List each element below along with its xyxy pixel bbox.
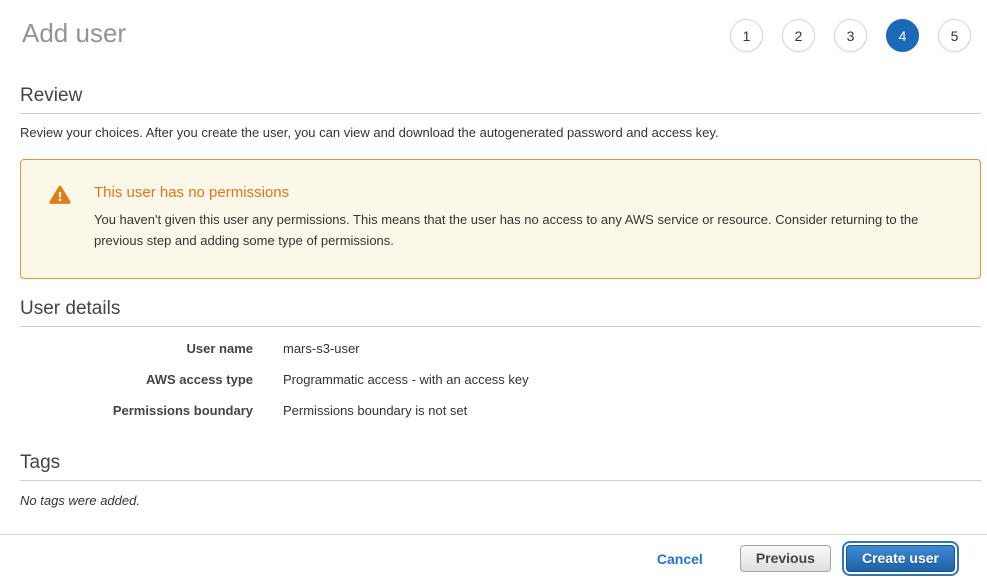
step-indicator-1[interactable]: 1 — [730, 19, 763, 52]
page-header: Add user 1 2 3 4 5 — [0, 0, 987, 52]
detail-value-access-type: Programmatic access - with an access key — [283, 371, 981, 388]
user-details-list: User name mars-s3-user AWS access type P… — [20, 333, 981, 426]
tags-heading: Tags — [20, 452, 981, 474]
create-user-button[interactable]: Create user — [846, 545, 955, 572]
table-row: Permissions boundary Permissions boundar… — [20, 395, 981, 426]
cancel-button[interactable]: Cancel — [657, 551, 703, 567]
warning-body: You haven't given this user any permissi… — [94, 209, 950, 251]
section-divider — [20, 480, 981, 481]
review-heading: Review — [20, 85, 981, 107]
review-description: Review your choices. After you create th… — [20, 125, 981, 141]
detail-value-user-name: mars-s3-user — [283, 340, 981, 357]
page-title: Add user — [22, 18, 126, 48]
warning-text: This user has no permissions You haven't… — [94, 184, 950, 251]
step-indicator-4-active[interactable]: 4 — [886, 19, 919, 52]
warning-title: This user has no permissions — [94, 184, 950, 201]
step-indicator-5[interactable]: 5 — [938, 19, 971, 52]
detail-label-permissions-boundary: Permissions boundary — [20, 402, 253, 419]
wizard-step-indicator: 1 2 3 4 5 — [730, 19, 971, 52]
section-divider — [20, 326, 981, 327]
no-permissions-warning: This user has no permissions You haven't… — [20, 159, 981, 279]
table-row: AWS access type Programmatic access - wi… — [20, 364, 981, 395]
detail-label-user-name: User name — [20, 340, 253, 357]
user-details-heading: User details — [20, 298, 981, 320]
section-divider — [20, 113, 981, 114]
detail-label-access-type: AWS access type — [20, 371, 253, 388]
warning-triangle-icon — [49, 185, 71, 205]
table-row: User name mars-s3-user — [20, 333, 981, 364]
previous-button[interactable]: Previous — [740, 545, 831, 572]
tags-empty-text: No tags were added. — [20, 493, 981, 508]
wizard-footer: Cancel Previous Create user — [0, 534, 987, 572]
step-indicator-3[interactable]: 3 — [834, 19, 867, 52]
main-content: Review Review your choices. After you cr… — [0, 85, 987, 508]
detail-value-permissions-boundary: Permissions boundary is not set — [283, 402, 981, 419]
step-indicator-2[interactable]: 2 — [782, 19, 815, 52]
